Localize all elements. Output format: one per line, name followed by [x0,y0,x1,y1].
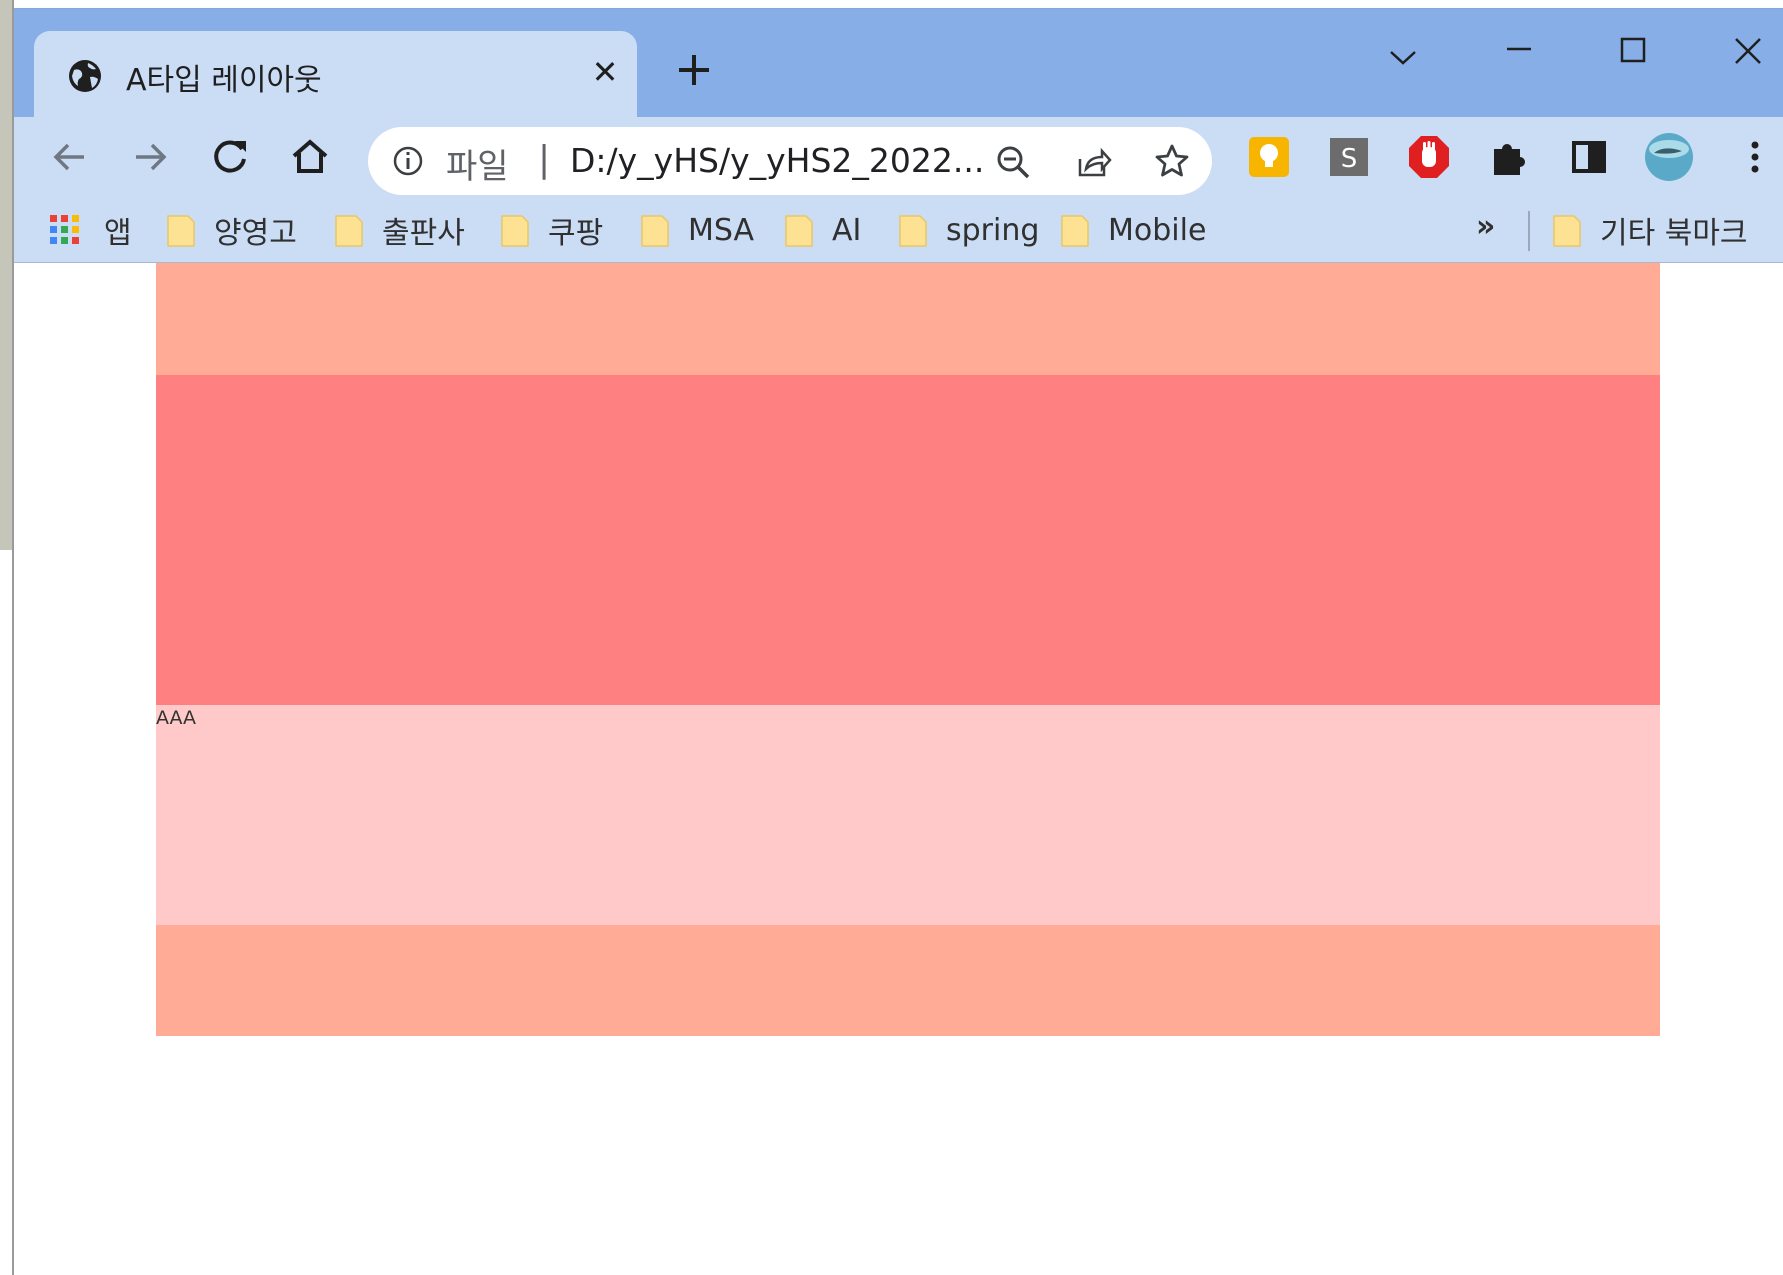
reload-icon[interactable] [204,131,256,183]
puzzle-extensions-icon[interactable] [1484,131,1534,183]
toolbar: 파일 | D:/y_yHS/y_yHS2_2022... S [14,117,1783,201]
bookmark-apps[interactable]: 앱 [48,203,132,257]
bookmarks-divider [1528,211,1530,251]
address-bar[interactable]: 파일 | D:/y_yHS/y_yHS2_2022... [368,127,1212,195]
bookmark-label: 앱 [104,216,132,251]
layout-container: AAA [156,263,1660,1036]
bookmark-label: spring [946,212,1040,248]
bookmark-folder-3[interactable]: MSA [640,203,754,257]
back-arrow-icon[interactable] [44,131,96,183]
url-separator: | [538,139,551,180]
minimize-button[interactable] [1490,33,1548,83]
zoom-out-icon[interactable] [994,143,1034,183]
bookmark-label: 양영고 [214,216,297,251]
folder-icon [899,215,927,247]
folder-icon [335,215,363,247]
svg-text:S: S [1341,144,1358,174]
bookmark-folder-4[interactable]: AI [784,203,861,257]
home-icon[interactable] [284,131,336,183]
bookmark-other-folder[interactable]: 기타 북마크 [1552,203,1748,257]
maximize-button[interactable] [1604,33,1662,83]
kebab-menu-icon[interactable] [1730,131,1780,183]
footer-block [156,925,1660,1036]
bookmarks-bar: 앱 양영고 출판사 쿠팡 MSA AI spring Mobile » 기타 북… [14,201,1783,263]
browser-window: A타입 레이아웃 ✕ 파일 | D:/y_yHS/y_yHS2_2022... … [14,8,1783,1275]
bookmark-label: 출판사 [382,216,465,251]
bookmark-folder-1[interactable]: 출판사 [334,203,465,257]
chevron-down-icon[interactable] [1374,33,1432,83]
folder-icon [1553,215,1581,247]
close-window-button[interactable] [1719,33,1777,83]
folder-icon [501,215,529,247]
bookmark-label: 기타 북마크 [1600,216,1748,251]
info-icon[interactable] [390,143,426,179]
folder-icon [785,215,813,247]
share-icon[interactable] [1072,141,1114,183]
bookmark-label: 쿠팡 [548,216,604,251]
bookmark-folder-5[interactable]: spring [898,203,1039,257]
tab-strip: A타입 레이아웃 ✕ [14,9,1783,117]
content-text: AAA [156,707,197,729]
desktop-edge [0,0,14,1275]
stop-hand-extension-icon[interactable] [1404,131,1454,183]
bookmarks-overflow-button[interactable]: » [1476,209,1495,244]
url-scheme-label: 파일 [446,147,509,187]
lightbulb-extension-icon[interactable] [1244,131,1294,183]
tab-title: A타입 레이아웃 [126,63,322,98]
bookmark-label: MSA [688,212,755,248]
profile-avatar[interactable] [1644,131,1694,183]
header-block [156,263,1660,375]
bookmark-folder-2[interactable]: 쿠팡 [500,203,603,257]
apps-grid-icon [50,215,79,244]
desktop-background [0,0,12,550]
page-viewport: AAA [14,263,1783,1275]
bookmark-folder-6[interactable]: Mobile [1060,203,1206,257]
bookmark-folder-0[interactable]: 양영고 [166,203,297,257]
side-panel-icon[interactable] [1564,131,1614,183]
content-block: AAA [156,705,1660,925]
folder-icon [167,215,195,247]
bookmark-label: AI [832,212,862,248]
new-tab-button[interactable] [671,47,717,93]
bookmark-star-icon[interactable] [1152,141,1192,181]
url-text[interactable]: D:/y_yHS/y_yHS2_2022... [570,141,984,180]
forward-arrow-icon[interactable] [124,131,176,183]
folder-icon [641,215,669,247]
folder-icon [1061,215,1089,247]
globe-icon [69,60,101,92]
bookmark-label: Mobile [1108,212,1207,248]
main-block [156,375,1660,705]
s-extension-icon[interactable]: S [1324,131,1374,183]
active-tab[interactable]: A타입 레이아웃 ✕ [34,31,637,117]
tab-close-button[interactable]: ✕ [588,55,622,89]
